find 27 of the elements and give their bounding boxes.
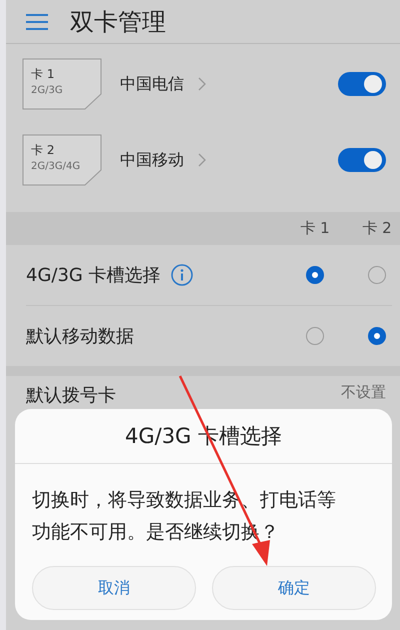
setting-value: 不设置 bbox=[341, 383, 386, 402]
sim-toggle[interactable] bbox=[338, 148, 386, 172]
sim-toggle[interactable] bbox=[338, 72, 386, 96]
column-header: 卡 1 bbox=[300, 219, 330, 238]
sim-slot-label: 卡 1 bbox=[31, 66, 56, 83]
menu-icon[interactable] bbox=[26, 14, 48, 30]
sim-network-label: 2G/3G/4G bbox=[31, 161, 80, 172]
chevron-icon bbox=[198, 153, 206, 167]
dialog-button[interactable]: 取消 bbox=[32, 566, 196, 610]
sim-card-icon bbox=[22, 134, 102, 186]
setting-label: 默认移动数据 bbox=[26, 325, 134, 348]
radio-button[interactable] bbox=[368, 266, 386, 284]
setting-label: 4G/3G 卡槽选择 bbox=[26, 264, 161, 287]
carrier-name[interactable]: 中国移动 bbox=[120, 150, 184, 170]
radio-button[interactable] bbox=[306, 266, 324, 284]
info-icon[interactable] bbox=[170, 264, 193, 286]
setting-label: 默认拨号卡 bbox=[26, 384, 116, 407]
column-header: 卡 2 bbox=[362, 219, 392, 238]
dialog-button[interactable]: 确定 bbox=[212, 566, 376, 610]
page-title: 双卡管理 bbox=[70, 6, 166, 38]
radio-button[interactable] bbox=[368, 327, 386, 345]
chevron-icon bbox=[198, 77, 206, 91]
radio-button[interactable] bbox=[306, 327, 324, 345]
sim-card-icon bbox=[22, 58, 102, 110]
sim-slot-label: 卡 2 bbox=[31, 142, 56, 159]
sim-network-label: 2G/3G bbox=[31, 85, 63, 96]
carrier-name[interactable]: 中国电信 bbox=[120, 74, 184, 94]
